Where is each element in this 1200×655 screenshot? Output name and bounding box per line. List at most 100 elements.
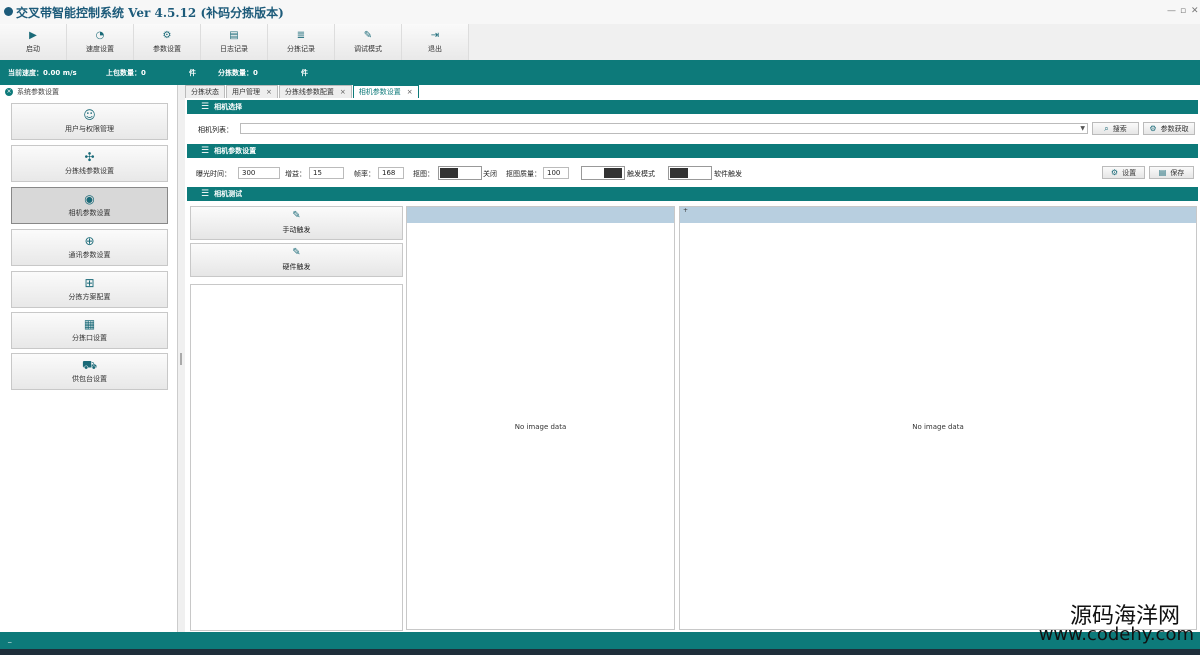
bottom-status-text: _ <box>8 635 12 643</box>
tab-label: 用户管理 <box>232 88 260 96</box>
image-view-right: + No image data <box>679 206 1197 630</box>
search-button[interactable]: ⌕ 搜索 <box>1092 122 1139 135</box>
bottom-status-bar: _ <box>0 632 1200 649</box>
trigger-mode-toggle[interactable] <box>581 166 625 180</box>
framerate-input[interactable]: 168 <box>378 167 404 179</box>
sort-record-button[interactable]: ≣ 分拣记录 <box>268 24 335 60</box>
gain-label: 增益： <box>285 170 306 178</box>
soft-trigger-toggle[interactable] <box>668 166 712 180</box>
wrench-icon: ✎ <box>292 247 301 258</box>
camera-params-header: ☰ 相机参数设置 <box>187 144 1198 158</box>
image-view-header <box>407 207 674 223</box>
app-logo-icon <box>4 7 13 16</box>
tab-sort-status[interactable]: 分拣状态 <box>185 85 225 98</box>
camera-list-dropdown[interactable]: ▼ <box>240 123 1088 134</box>
camera-test-header: ☰ 相机测试 <box>187 187 1198 201</box>
settings-sidebar: × 系统参数设置 ☺ 用户与权限管理 ✣ 分拣线参数设置 ◉ 相机参数设置 ⊕ 通讯参数… <box>0 85 178 632</box>
sidebar-item-chute[interactable]: ▦ 分拣口设置 <box>11 312 168 349</box>
speed-settings-button[interactable]: ◔ 速度设置 <box>67 24 134 60</box>
quality-label: 抠图质量： <box>506 170 541 178</box>
watermark-url: www.codehy.com <box>1038 624 1194 645</box>
sidebar-item-label: 用户与权限管理 <box>65 125 114 133</box>
sidebar-item-label: 供包台设置 <box>72 375 107 383</box>
search-icon: ⌕ <box>1104 123 1109 133</box>
log-record-button[interactable]: ▤ 日志记录 <box>201 24 268 60</box>
debug-mode-label: 调试模式 <box>354 44 382 53</box>
debug-mode-button[interactable]: ✎ 调试模式 <box>335 24 402 60</box>
main-content: 分拣状态 用户管理 × 分拣线参数配置 × 相机参数设置 × ☰ 相机选择 相机列表： … <box>185 85 1200 632</box>
toggle-knob <box>440 168 458 178</box>
sidebar-header[interactable]: × 系统参数设置 <box>5 85 59 99</box>
grid-icon: ▦ <box>83 317 96 331</box>
quality-input[interactable]: 100 <box>543 167 569 179</box>
wrench-icon: ✎ <box>363 29 373 41</box>
capture-state: 关闭 <box>483 170 497 178</box>
exposure-input[interactable]: 300 <box>238 167 280 179</box>
section-title: 相机测试 <box>214 190 243 198</box>
sidebar-item-label: 分拣口设置 <box>72 334 107 342</box>
sidebar-item-scheme[interactable]: ⊞ 分拣方案配置 <box>11 271 168 308</box>
tab-sortline-config[interactable]: 分拣线参数配置 × <box>278 85 352 98</box>
tab-close-icon[interactable]: × <box>407 88 413 96</box>
sidebar-item-induction[interactable]: ⛟ 供包台设置 <box>11 353 168 390</box>
toggle-knob <box>670 168 688 178</box>
sort-record-label: 分拣记录 <box>287 44 315 53</box>
collapse-icon: × <box>5 88 13 96</box>
speed-status: 当前速度：0.00 m/s <box>8 69 77 77</box>
exposure-label: 曝光时间： <box>196 170 231 178</box>
forklift-icon: ⛟ <box>81 358 98 372</box>
sidebar-item-sortline[interactable]: ✣ 分拣线参数设置 <box>11 145 168 182</box>
tab-label: 分拣状态 <box>191 88 219 96</box>
sidebar-item-label: 通讯参数设置 <box>68 251 111 259</box>
start-button[interactable]: ▶ 启动 <box>0 24 67 60</box>
close-button[interactable]: ✕ <box>1191 6 1199 16</box>
settings-button[interactable]: ⚙ 设置 <box>1102 166 1145 179</box>
tab-bar: 分拣状态 用户管理 × 分拣线参数配置 × 相机参数设置 × <box>185 85 420 98</box>
save-button-label: 保存 <box>1170 168 1185 177</box>
exit-button[interactable]: ⇥ 退出 <box>402 24 469 60</box>
trigger-log-panel <box>190 284 403 631</box>
flowchart-icon: ⊞ <box>84 276 95 290</box>
sidebar-item-camera[interactable]: ◉ 相机参数设置 <box>11 187 168 224</box>
printer-icon: ▤ <box>1158 168 1167 177</box>
tab-close-icon[interactable]: × <box>266 88 272 96</box>
manual-trigger-button[interactable]: ✎ 手动触发 <box>190 206 403 240</box>
play-icon: ▶ <box>29 29 37 41</box>
list-icon: ☰ <box>201 189 210 199</box>
sidebar-item-label: 相机参数设置 <box>68 209 111 217</box>
save-button[interactable]: ▤ 保存 <box>1149 166 1194 179</box>
fetch-params-label: 参数获取 <box>1160 124 1189 133</box>
tab-camera-settings[interactable]: 相机参数设置 × <box>352 85 419 98</box>
param-settings-button[interactable]: ⚙ 参数设置 <box>134 24 201 60</box>
database-icon: ≣ <box>296 29 306 41</box>
taskbar <box>0 649 1200 655</box>
panel-splitter[interactable] <box>180 353 182 365</box>
minimize-button[interactable]: — <box>1167 6 1176 16</box>
no-image-text: No image data <box>912 423 964 431</box>
hardware-trigger-button[interactable]: ✎ 硬件触发 <box>190 243 403 277</box>
maximize-button[interactable]: ▫ <box>1180 6 1186 16</box>
list-icon: ☰ <box>201 102 210 112</box>
log-record-label: 日志记录 <box>220 44 248 53</box>
soft-trigger-label: 软件触发 <box>714 170 742 178</box>
tab-close-icon[interactable]: × <box>340 88 346 96</box>
settings-button-label: 设置 <box>1122 168 1137 177</box>
exit-label: 退出 <box>428 44 442 53</box>
capture-toggle[interactable] <box>438 166 482 180</box>
sidebar-item-comm[interactable]: ⊕ 通讯参数设置 <box>11 229 168 266</box>
section-title: 相机选择 <box>214 103 243 111</box>
camera-list-label: 相机列表： <box>198 126 233 134</box>
status-bar: 当前速度：0.00 m/s 上包数量：0 件 分拣数量：0 件 <box>0 60 1200 85</box>
camera-select-header: ☰ 相机选择 <box>187 100 1198 114</box>
gear-icon: ⚙ <box>1149 124 1157 133</box>
fetch-params-button[interactable]: ⚙ 参数获取 <box>1143 122 1195 135</box>
manual-trigger-label: 手动触发 <box>282 226 311 234</box>
sidebar-item-label: 分拣线参数设置 <box>65 167 114 175</box>
image-view-header: + <box>680 207 1196 223</box>
sidebar-item-users[interactable]: ☺ 用户与权限管理 <box>11 103 168 140</box>
tab-user-management[interactable]: 用户管理 × <box>226 85 278 98</box>
printer-icon: ▤ <box>229 29 239 41</box>
hardware-trigger-label: 硬件触发 <box>282 263 311 271</box>
gain-input[interactable]: 15 <box>309 167 344 179</box>
start-label: 启动 <box>26 44 40 53</box>
